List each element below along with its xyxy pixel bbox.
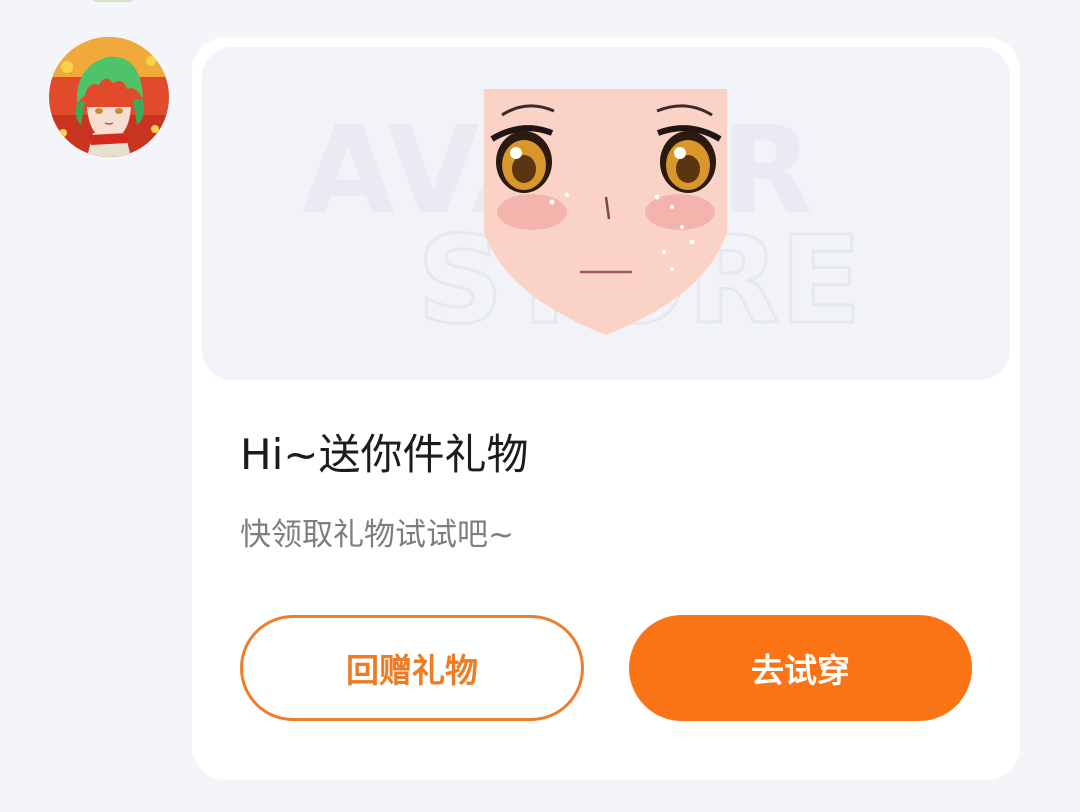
anime-boy-avatar-icon — [49, 37, 169, 157]
anime-face-preview-icon: AVATAR STORE — [302, 89, 863, 353]
gift-title: Hi~送你件礼物 — [240, 430, 529, 479]
previous-message-stub — [88, 0, 138, 2]
gift-preview: AVATAR STORE — [202, 47, 1010, 380]
return-gift-button[interactable]: 回赠礼物 — [240, 615, 584, 721]
gift-message-card: AVATAR STORE — [192, 37, 1020, 780]
gift-subtitle: 快领取礼物试试吧~ — [240, 517, 514, 553]
try-on-button[interactable]: 去试穿 — [629, 615, 972, 721]
sender-avatar[interactable] — [49, 37, 169, 157]
